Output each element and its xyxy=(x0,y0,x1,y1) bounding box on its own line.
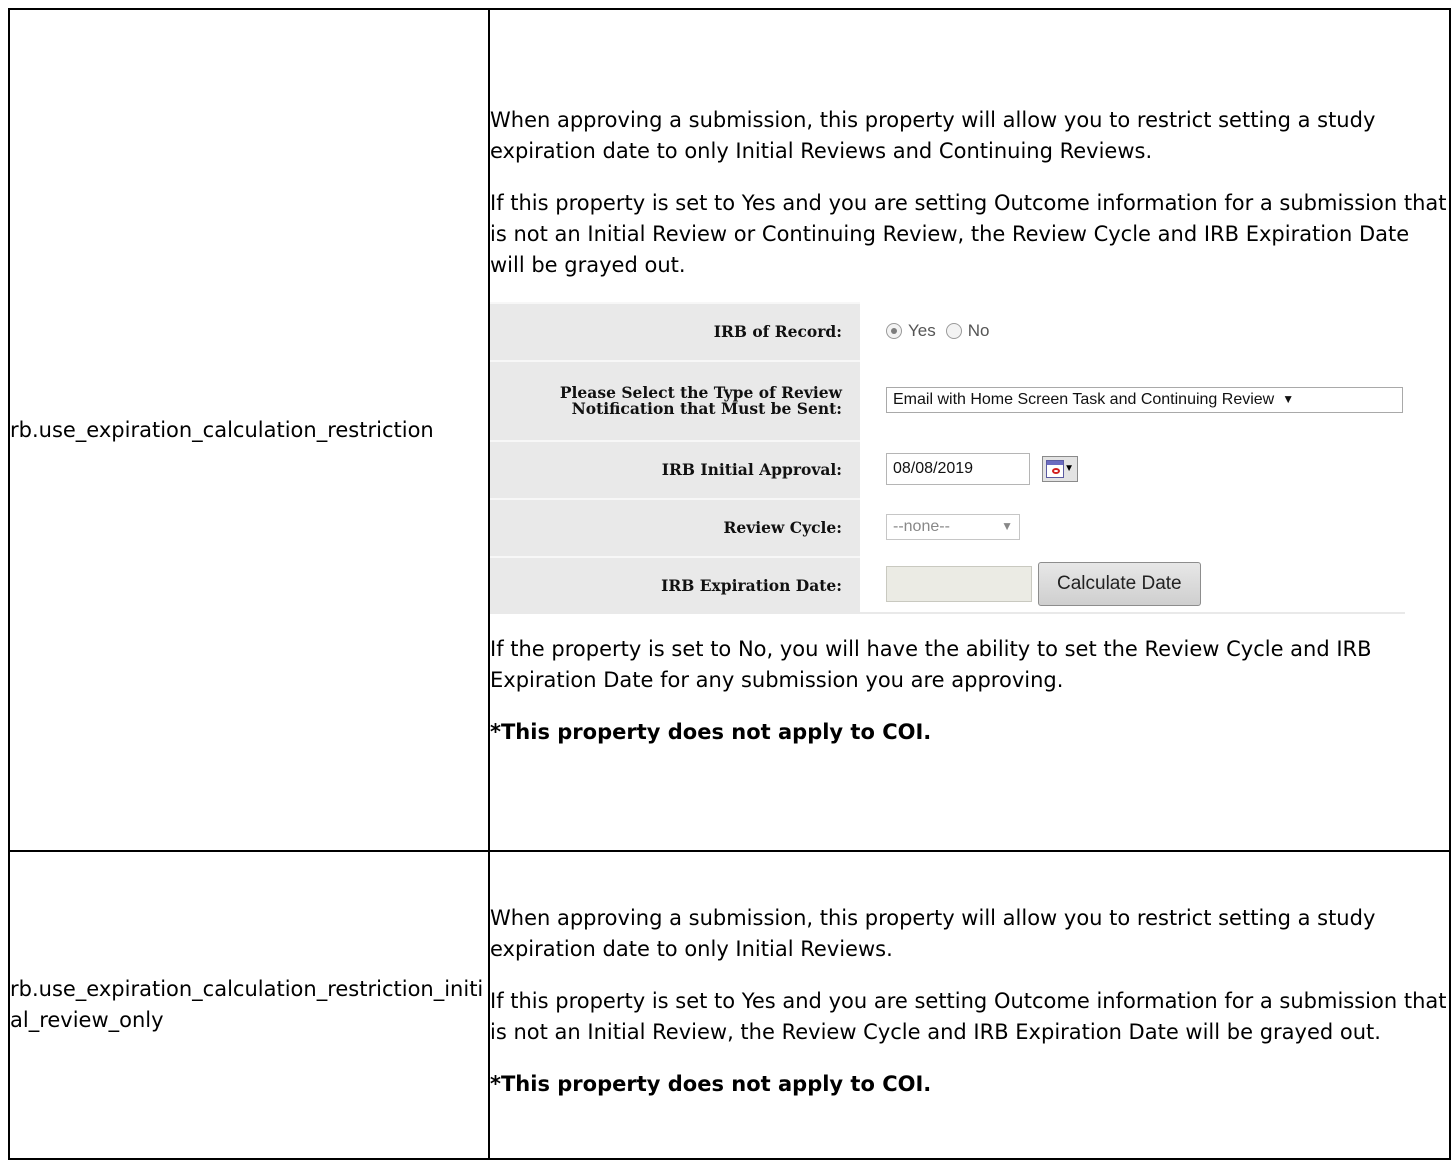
review-cycle-value: --none-- ▼ xyxy=(860,498,1405,556)
table-row: rb.use_expiration_calculation_restrictio… xyxy=(8,850,1451,1160)
radio-yes-label: Yes xyxy=(908,321,936,340)
outcome-form-screenshot: IRB of Record: Yes No Please Select the … xyxy=(490,301,1405,614)
form-row-review-type: Please Select the Type of Review Notific… xyxy=(490,359,1405,440)
coi-note-text: *This property does not apply to COI. xyxy=(490,1071,932,1096)
review-type-label-line2: Notification that Must be Sent: xyxy=(571,398,842,418)
description-paragraph: When approving a submission, this proper… xyxy=(490,107,1376,163)
initial-approval-value: 08/08/2019 ▼ xyxy=(860,440,1405,498)
initial-approval-label: IRB Initial Approval: xyxy=(490,439,860,498)
form-row-expiration: IRB Expiration Date: Calculate Date xyxy=(490,555,1405,614)
coi-note: *This property does not apply to COI. xyxy=(490,717,1449,748)
initial-approval-input[interactable]: 08/08/2019 xyxy=(886,452,1030,485)
description-paragraph: If the property is set to No, you will h… xyxy=(490,636,1372,692)
initial-approval-text: 08/08/2019 xyxy=(893,460,974,477)
expiration-value: Calculate Date xyxy=(860,556,1405,614)
property-name-cell: rb.use_expiration_calculation_restrictio… xyxy=(8,850,490,1160)
form-row-initial-approval: IRB Initial Approval: 08/08/2019 ▼ xyxy=(490,439,1405,498)
review-type-selected: Email with Home Screen Task and Continui… xyxy=(893,391,1275,408)
coi-note-text: *This property does not apply to COI. xyxy=(490,719,932,744)
form-row-review-cycle: Review Cycle: --none-- ▼ xyxy=(490,497,1405,556)
expiration-input xyxy=(886,565,1032,602)
description-paragraph: If this property is set to Yes and you a… xyxy=(490,190,1447,277)
review-cycle-select: --none-- ▼ xyxy=(886,513,1020,540)
review-type-value: Email with Home Screen Task and Continui… xyxy=(860,360,1405,440)
radio-no-label: No xyxy=(967,321,990,340)
table-row: rb.use_expiration_calculation_restrictio… xyxy=(8,8,1451,852)
coi-note: *This property does not apply to COI. xyxy=(490,1069,1449,1100)
calendar-button[interactable]: ▼ xyxy=(1042,455,1078,482)
description-cell: When approving a submission, this proper… xyxy=(488,8,1451,852)
review-type-select[interactable]: Email with Home Screen Task and Continui… xyxy=(886,386,1403,413)
radio-no[interactable] xyxy=(945,322,962,339)
description-paragraph: When approving a submission, this proper… xyxy=(490,905,1376,961)
review-cycle-label: Review Cycle: xyxy=(490,497,860,556)
review-type-label: Please Select the Type of Review Notific… xyxy=(490,359,860,440)
calculate-date-button[interactable]: Calculate Date xyxy=(1038,561,1201,606)
description-cell: When approving a submission, this proper… xyxy=(488,850,1451,1160)
radio-yes[interactable] xyxy=(886,322,902,339)
property-name: rb.use_expiration_calculation_restrictio… xyxy=(10,977,484,1032)
irb-of-record-label: IRB of Record: xyxy=(490,301,860,360)
review-cycle-selected: --none-- xyxy=(893,518,950,535)
property-name-cell: rb.use_expiration_calculation_restrictio… xyxy=(8,8,490,852)
chevron-down-icon: ▼ xyxy=(1282,392,1295,406)
irb-of-record-value: Yes No xyxy=(860,302,1405,360)
expiration-label: IRB Expiration Date: xyxy=(490,555,860,614)
properties-table: rb.use_expiration_calculation_restrictio… xyxy=(8,8,1451,1160)
property-name: rb.use_expiration_calculation_restrictio… xyxy=(10,417,434,442)
chevron-down-icon: ▼ xyxy=(1001,519,1013,533)
chevron-down-icon: ▼ xyxy=(1064,463,1074,474)
description-paragraph: If this property is set to Yes and you a… xyxy=(490,988,1447,1044)
calendar-icon xyxy=(1046,459,1065,478)
form-row-irb-of-record: IRB of Record: Yes No xyxy=(490,301,1405,360)
